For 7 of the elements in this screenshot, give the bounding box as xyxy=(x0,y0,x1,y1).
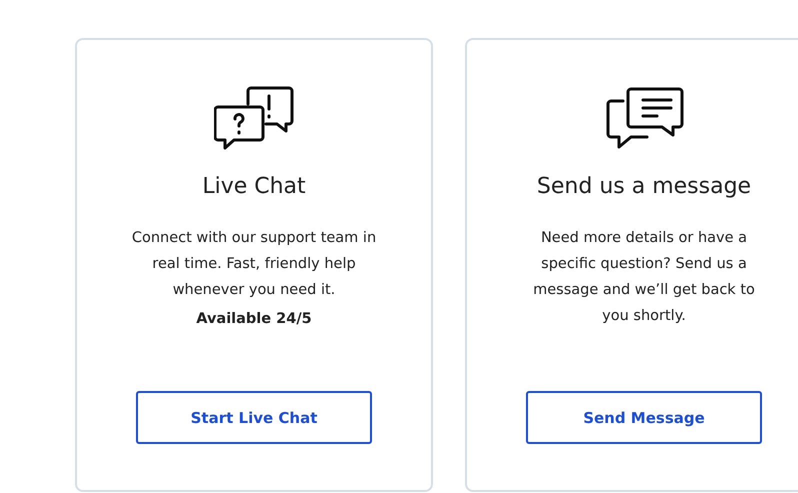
card-title: Send us a message xyxy=(536,173,752,201)
action-button[interactable]: Start Live Chat xyxy=(136,391,372,444)
availability-text: Available 24/5 xyxy=(196,311,312,327)
card-description: Connect with our support team in real time. Fast, friendly help whenever you need it. xyxy=(130,229,378,300)
action-button[interactable]: Send Message xyxy=(526,391,762,444)
card-description: Need more details or have a specific question? Send us a message and we’ll get back to you shortly. xyxy=(532,229,756,326)
card-title: Live Chat xyxy=(202,173,306,201)
